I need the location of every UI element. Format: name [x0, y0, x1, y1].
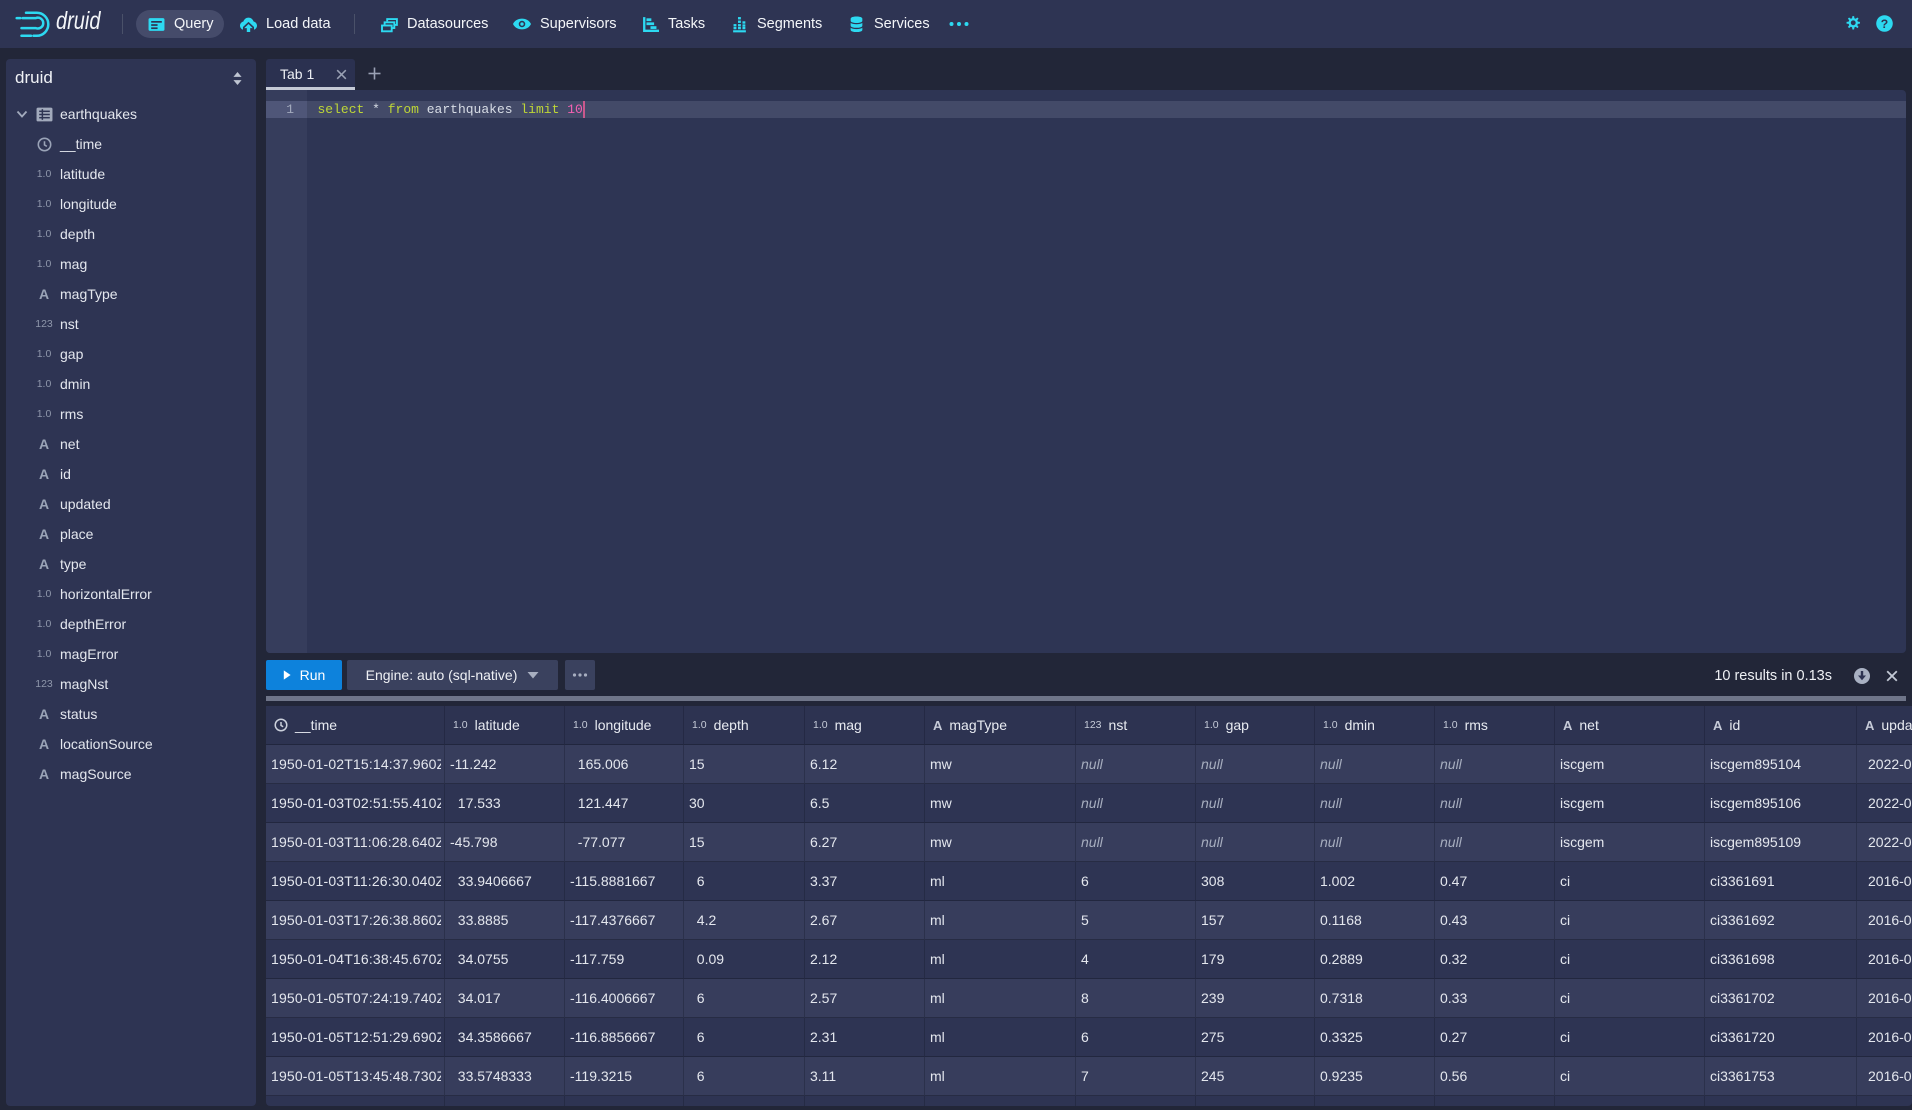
svg-text:?: ? [1881, 17, 1888, 31]
